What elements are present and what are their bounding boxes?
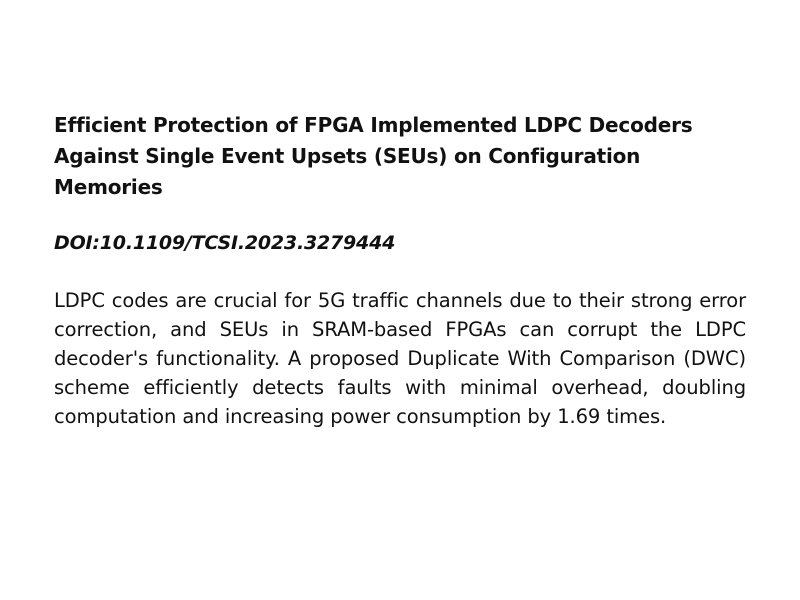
document-content: Efficient Protection of FPGA Implemented… <box>54 110 746 431</box>
abstract-paragraph: LDPC codes are crucial for 5G traffic ch… <box>54 289 746 428</box>
doi-text: DOI:10.1109/TCSI.2023.3279444 <box>54 232 396 254</box>
paper-title: Efficient Protection of FPGA Implemented… <box>54 113 693 199</box>
